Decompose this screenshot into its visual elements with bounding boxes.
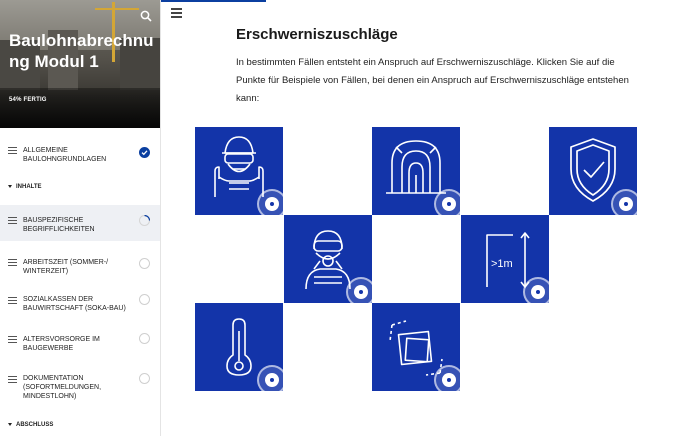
tile-hotspot[interactable] xyxy=(434,189,460,215)
section-label: INHALTE xyxy=(16,184,42,190)
lesson-icon xyxy=(8,259,17,268)
nav-item-sozialkassen[interactable]: SOZIALKASSEN DER BAUWIRTSCHAFT (SOKA-BAU… xyxy=(0,288,160,322)
page-title: Erschwerniszuschläge xyxy=(236,26,398,43)
tile-hotspot[interactable] xyxy=(523,277,549,303)
section-label: ABSCHLUSS xyxy=(16,422,54,428)
course-progress-label: 54% FERTIG xyxy=(9,97,47,103)
not-started-icon xyxy=(139,373,150,384)
app: Baulohnabrechnung Modul 1 54% FERTIG ALL… xyxy=(0,0,690,436)
lesson-icon xyxy=(8,297,17,306)
not-started-icon xyxy=(139,258,150,269)
nav-item-label: ALLGEMEINE BAULOHNGRUNDLAGEN xyxy=(23,147,107,163)
tile-shield-check xyxy=(549,127,637,215)
section-inhalte[interactable]: INHALTE xyxy=(8,184,42,190)
hero-ground xyxy=(0,88,160,128)
tile-height: >1m xyxy=(461,215,549,303)
lesson-progress-bar xyxy=(161,0,266,2)
nav-item-label: ALTERSVORSORGE IM BAUGEWERBE xyxy=(23,336,100,352)
tile-hotspot[interactable] xyxy=(611,189,637,215)
nav-item-dokumentation[interactable]: DOKUMENTATION (SOFORTMELDUNGEN, MINDESTL… xyxy=(0,368,160,408)
lesson-icon xyxy=(8,147,17,156)
height-label: >1m xyxy=(491,258,513,270)
nav-item-label: SOZIALKASSEN DER BAUWIRTSCHAFT (SOKA-BAU… xyxy=(23,296,126,312)
course-hero: Baulohnabrechnung Modul 1 54% FERTIG xyxy=(0,0,160,128)
lesson-icon xyxy=(8,217,17,226)
chevron-down-icon xyxy=(8,184,12,188)
completed-check-icon xyxy=(139,147,150,158)
section-abschluss[interactable]: ABSCHLUSS xyxy=(8,422,53,428)
tile-diver xyxy=(284,215,372,303)
hero-crane-arm xyxy=(95,8,139,10)
tile-hotspot[interactable] xyxy=(257,365,283,391)
nav-item-label: ARBEITSZEIT (SOMMER-/ WINTERZEIT) xyxy=(23,259,109,275)
intro-text: In bestimmten Fällen entsteht ein Anspru… xyxy=(236,57,629,104)
tile-thermometer xyxy=(195,303,283,391)
nav-item-bauspezifische-begrifflichkeiten[interactable]: BAUSPEZIFISCHE BEGRIFFLICHKEITEN xyxy=(0,205,160,241)
tile-hotspot[interactable] xyxy=(434,365,460,391)
tile-tunnel xyxy=(372,127,460,215)
lesson-icon xyxy=(8,336,17,345)
tile-hotspot[interactable] xyxy=(346,277,372,303)
tile-tilted-squares xyxy=(372,303,460,391)
not-started-icon xyxy=(139,333,150,344)
chevron-down-icon xyxy=(8,422,12,426)
nav-item-altersvorsorge[interactable]: ALTERSVORSORGE IM BAUGEWERBE xyxy=(0,328,160,362)
nav-item-allgemeine-baulohngrundlagen[interactable]: ALLGEMEINE BAULOHNGRUNDLAGEN xyxy=(0,138,160,172)
sidebar: Baulohnabrechnung Modul 1 54% FERTIG ALL… xyxy=(0,0,161,436)
nav-item-label: BAUSPEZIFISCHE BEGRIFFLICHKEITEN xyxy=(23,217,95,233)
tile-hotspot[interactable] xyxy=(257,189,283,215)
not-started-icon xyxy=(139,294,150,305)
in-progress-icon xyxy=(139,215,150,226)
lesson-icon xyxy=(8,376,17,385)
nav-item-label: DOKUMENTATION (SOFORTMELDUNGEN, MINDESTL… xyxy=(23,375,102,400)
tile-worker-protective-gear xyxy=(195,127,283,215)
nav-item-arbeitszeit[interactable]: ARBEITSZEIT (SOMMER-/ WINTERZEIT) xyxy=(0,250,160,284)
search-icon[interactable] xyxy=(140,10,152,22)
course-title: Baulohnabrechnung Modul 1 xyxy=(9,31,154,71)
menu-icon[interactable] xyxy=(171,8,182,18)
